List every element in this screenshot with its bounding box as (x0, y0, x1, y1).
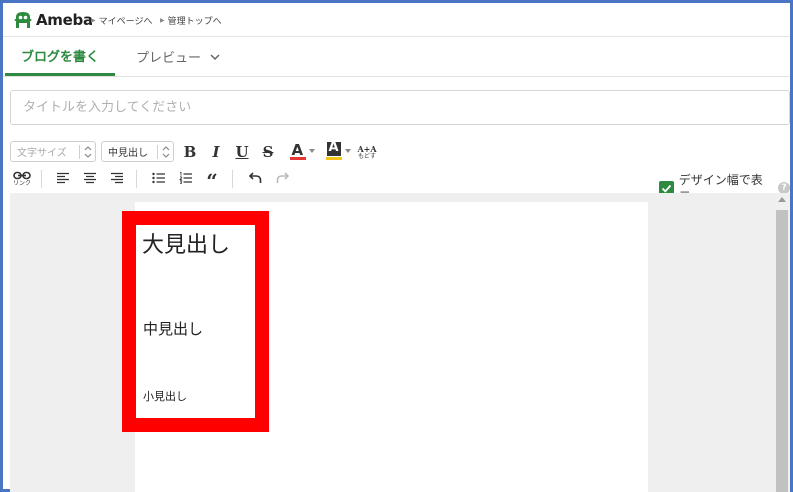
updown-arrows-icon (162, 146, 170, 158)
select-separator (79, 145, 80, 159)
caret-down-icon (308, 149, 315, 153)
title-input[interactable] (10, 90, 790, 125)
select-separator (157, 145, 158, 159)
bold-button[interactable]: B (181, 141, 199, 162)
ameba-logo-icon (14, 12, 32, 28)
reset-format-top: A+A (357, 143, 377, 154)
link-button-label: リンク (12, 180, 31, 187)
font-size-select-label: 文字サイズ (17, 148, 67, 159)
blockquote-button[interactable]: “ (203, 169, 221, 191)
font-color-icon: A (289, 141, 306, 161)
align-right-button[interactable] (108, 169, 126, 187)
logo-text: Ameba (36, 11, 93, 29)
top-bar: Ameba ▶ マイページへ ▶ 管理トップへ (3, 3, 790, 37)
redo-icon (276, 172, 289, 183)
bullet-list-icon (152, 172, 165, 184)
tab-preview-label: プレビュー (136, 51, 202, 66)
tab-write-blog-label: ブログを書く (20, 49, 99, 65)
updown-arrows-icon (84, 146, 92, 158)
caret-down-icon (344, 149, 351, 153)
bold-icon: B (183, 142, 197, 161)
heading-select[interactable]: 中見出し (101, 141, 174, 162)
align-left-button[interactable] (54, 169, 72, 187)
underline-button[interactable]: U (233, 141, 251, 162)
background-color-icon: A (325, 140, 342, 161)
redo-button[interactable] (273, 169, 291, 187)
scroll-up-arrow-icon[interactable] (778, 197, 786, 202)
quote-icon: “ (206, 169, 218, 193)
highlight-box (122, 211, 269, 432)
undo-button[interactable] (246, 169, 264, 187)
undo-icon (248, 172, 261, 183)
bullet-list-button[interactable] (150, 169, 168, 187)
chevron-down-icon (210, 53, 220, 60)
strikethrough-icon: S (262, 142, 274, 161)
background-color-button[interactable]: A (323, 140, 353, 162)
tab-preview[interactable]: プレビュー (136, 37, 221, 76)
italic-button[interactable]: I (207, 141, 225, 162)
font-color-button[interactable]: A (287, 140, 317, 162)
link-button[interactable]: リンク (11, 168, 33, 190)
checkmark-icon (661, 184, 672, 193)
italic-icon: I (212, 142, 220, 161)
tab-write-blog[interactable]: ブログを書く (5, 37, 115, 76)
toolbar-divider (41, 170, 42, 188)
admin-top-link[interactable]: ▶ 管理トップへ (160, 14, 222, 27)
toolbar-divider (136, 170, 137, 188)
toolbar-divider (232, 170, 233, 188)
ameba-logo[interactable]: Ameba (13, 9, 93, 31)
font-color-bar (289, 157, 306, 160)
triangle-right-icon: ▶ (160, 17, 165, 24)
app-window: Ameba ▶ マイページへ ▶ 管理トップへ ブログを書く プレビュー 文字サ… (0, 0, 793, 492)
reset-format-button[interactable]: A+A もどす (356, 141, 378, 163)
align-right-icon (111, 172, 123, 184)
background-color-bar (325, 157, 342, 160)
reset-format-bottom: もどす (358, 152, 376, 160)
mypage-link-label: マイページへ (98, 17, 153, 27)
scrollbar-thumb[interactable] (776, 210, 788, 492)
heading-select-label: 中見出し (108, 148, 148, 159)
admin-top-link-label: 管理トップへ (167, 17, 222, 27)
align-left-icon (57, 172, 69, 184)
numbered-list-icon (179, 172, 192, 184)
font-size-select[interactable]: 文字サイズ (10, 141, 96, 162)
align-center-icon (84, 172, 96, 184)
triangle-right-icon: ▶ (91, 17, 96, 24)
background-color-letter: A (328, 140, 339, 155)
numbered-list-button[interactable] (177, 169, 195, 187)
link-icon (13, 171, 31, 180)
underline-icon: U (235, 142, 249, 161)
mypage-link[interactable]: ▶ マイページへ (91, 14, 152, 27)
align-center-button[interactable] (81, 169, 99, 187)
strikethrough-button[interactable]: S (259, 141, 277, 162)
editor-tabs: ブログを書く プレビュー (3, 37, 790, 77)
